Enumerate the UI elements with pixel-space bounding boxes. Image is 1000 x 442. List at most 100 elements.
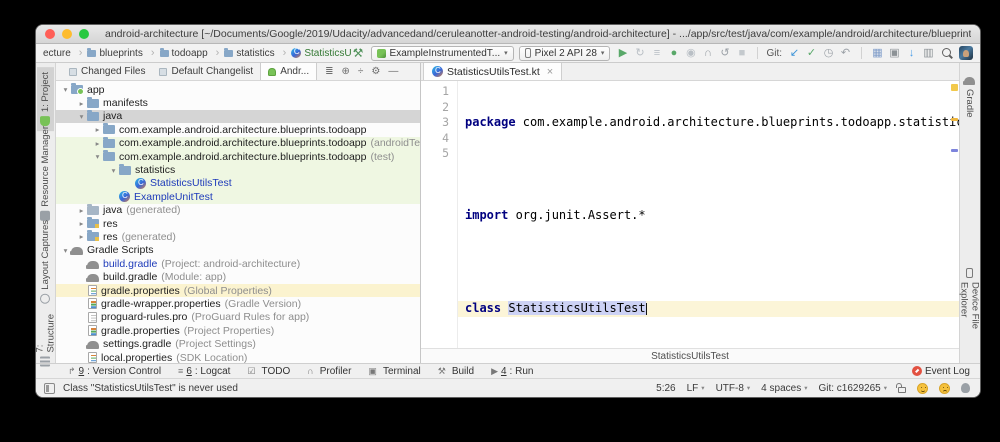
breadcrumb-item[interactable]: blueprints — [87, 47, 159, 59]
tree-row[interactable]: ▸ java (generated) — [56, 203, 420, 217]
tool-window-toggle-icon[interactable] — [44, 382, 55, 394]
status-segment[interactable]: UTF-8 ▾ — [716, 383, 751, 394]
run-tasks-icon[interactable]: ≡ — [649, 46, 664, 61]
project-view-tab[interactable]: Changed Files — [62, 63, 152, 80]
tool-window-button[interactable]: ▶ 4: Run — [491, 366, 533, 377]
sdk-manager-icon[interactable]: ↓ — [904, 46, 919, 61]
collapse-all-icon[interactable]: ÷ — [358, 66, 364, 77]
tree-row[interactable]: ExampleUnitTest — [56, 190, 420, 204]
stop-icon[interactable]: ■ — [734, 46, 749, 61]
tree-row[interactable]: ▾ Gradle Scripts — [56, 244, 420, 257]
tool-window-button[interactable]: ▣ Terminal — [368, 366, 420, 377]
apply-changes-icon[interactable]: ↻ — [632, 46, 647, 61]
search-icon[interactable] — [941, 47, 954, 60]
tree-row[interactable]: build.gradle (Module: app) — [56, 270, 420, 283]
tree-row[interactable]: ▸ res — [56, 217, 420, 230]
zoom-window-button[interactable] — [79, 29, 89, 39]
breadcrumb-item[interactable]: todoapp — [159, 47, 225, 59]
tree-expander-icon[interactable]: ▾ — [108, 166, 119, 175]
caret-position-widget[interactable]: 5:26 — [656, 383, 675, 394]
tree-row[interactable]: ▸ com.example.android.architecture.bluep… — [56, 136, 420, 150]
breadcrumb-item[interactable]: ecture — [43, 47, 87, 59]
status-segment[interactable]: Git: c1629265 ▾ — [818, 383, 887, 394]
device-manager-icon[interactable]: ▣ — [887, 46, 902, 61]
tool-window-tab[interactable]: 7: Structure — [36, 309, 57, 372]
tree-expander-icon[interactable]: ▾ — [60, 85, 71, 94]
editor-breadcrumb[interactable]: StatisticsUtilsTest — [421, 348, 959, 363]
vcs-history-icon[interactable]: ◷ — [821, 46, 836, 61]
minimize-window-button[interactable] — [62, 29, 72, 39]
build-hammer-icon[interactable]: ⚒ — [351, 46, 366, 61]
tree-expander-icon[interactable]: ▸ — [92, 125, 103, 134]
run-icon[interactable]: ▶ — [615, 46, 630, 61]
status-segment[interactable]: LF ▾ — [687, 383, 705, 394]
debug-icon[interactable]: ● — [666, 46, 681, 61]
vcs-rollback-icon[interactable]: ↶ — [838, 46, 853, 61]
tool-window-button[interactable]: ∩ Profiler — [307, 366, 351, 377]
close-window-button[interactable] — [45, 29, 55, 39]
tree-row[interactable]: ▸ manifests — [56, 96, 420, 109]
layout-inspector-icon[interactable]: ▦ — [870, 46, 885, 61]
tree-row[interactable]: ▸ com.example.android.architecture.bluep… — [56, 123, 420, 136]
tree-expander-icon[interactable]: ▸ — [76, 232, 87, 241]
breadcrumb-item[interactable]: statistics — [224, 47, 291, 59]
attach-debugger-icon[interactable]: ◉ — [683, 46, 698, 61]
caret-mark-icon[interactable] — [951, 149, 958, 152]
locate-file-icon[interactable]: ⊕ — [342, 66, 350, 77]
tool-window-button[interactable]: ≡ 6: Logcat — [178, 366, 230, 377]
tool-window-button[interactable]: ↱ 9: Version Control — [68, 366, 161, 377]
tree-expander-icon[interactable]: ▸ — [92, 139, 103, 148]
tree-row[interactable]: StatisticsUtilsTest — [56, 176, 420, 191]
warning-mark-icon[interactable] — [951, 118, 958, 121]
view-options-icon[interactable]: ≣ — [325, 66, 333, 77]
sync-gradle-icon[interactable]: ↺ — [717, 46, 732, 61]
inspection-profile-icon[interactable] — [961, 383, 970, 393]
code-editor[interactable]: 1 2 3 4 5 package com.example.android.ar… — [421, 81, 959, 348]
tree-row[interactable]: ▸ res (generated) — [56, 230, 420, 243]
tree-row[interactable]: local.properties (SDK Location) — [56, 351, 420, 363]
tool-window-tab[interactable]: Device File Explorer — [959, 263, 980, 363]
tool-window-icon — [963, 77, 975, 85]
tree-row[interactable]: ▾ statistics — [56, 163, 420, 177]
status-segment[interactable]: 4 spaces ▾ — [761, 383, 807, 394]
hide-panel-icon[interactable]: — — [388, 66, 398, 77]
tool-window-tab[interactable]: Gradle — [961, 72, 978, 123]
settings-gear-icon[interactable]: ⚙ — [371, 66, 380, 77]
project-view-tab[interactable]: Andr... — [260, 63, 318, 80]
breadcrumb-item[interactable]: StatisticsUtilsTest — [291, 47, 351, 59]
tree-expander-icon[interactable]: ▸ — [76, 219, 87, 228]
project-view-tab[interactable]: Default Changelist — [152, 63, 260, 80]
tree-expander-icon[interactable]: ▾ — [76, 112, 87, 121]
tree-row[interactable]: proguard-rules.pro (ProGuard Rules for a… — [56, 311, 420, 324]
tool-window-tab[interactable]: Resource Manager — [37, 121, 54, 226]
unlock-icon[interactable] — [896, 382, 906, 393]
device-select[interactable]: Pixel 2 API 28 ▾ — [518, 45, 611, 61]
editor-tab[interactable]: StatisticsUtilsTest.kt × — [423, 63, 563, 80]
tool-window-tab[interactable]: Layout Captures — [37, 215, 54, 309]
tool-window-button[interactable]: ⚒ Build — [438, 366, 474, 377]
run-configuration-select[interactable]: ExampleInstrumentedT... ▾ — [370, 45, 514, 61]
user-avatar[interactable] — [959, 46, 973, 60]
tool-window-button-icon: ▣ — [368, 365, 377, 376]
close-tab-icon[interactable]: × — [547, 66, 553, 78]
tree-row[interactable]: gradle-wrapper.properties (Gradle Versio… — [56, 297, 420, 310]
tree-expander-icon[interactable]: ▾ — [92, 152, 103, 161]
vcs-commit-icon[interactable]: ✓ — [804, 46, 819, 61]
tree-row[interactable]: gradle.properties (Project Properties) — [56, 324, 420, 337]
device-file-explorer-icon[interactable]: ▥ — [921, 46, 936, 61]
warning-mark-icon[interactable] — [951, 84, 958, 91]
tree-row[interactable]: ▾ com.example.android.architecture.bluep… — [56, 149, 420, 164]
tree-row[interactable]: build.gradle (Project: android-architect… — [56, 257, 420, 270]
tree-row[interactable]: ▾ app — [56, 83, 420, 96]
tree-row[interactable]: settings.gradle (Project Settings) — [56, 337, 420, 350]
tree-row[interactable]: gradle.properties (Global Properties) — [56, 283, 420, 298]
vcs-update-icon[interactable]: ↙ — [787, 46, 802, 61]
profile-icon[interactable]: ∩ — [700, 46, 715, 61]
tree-expander-icon[interactable]: ▸ — [76, 99, 87, 108]
event-log-button[interactable]: Event Log — [911, 366, 970, 377]
tree-expander-icon[interactable]: ▸ — [76, 206, 87, 215]
happy-feedback-icon[interactable] — [917, 382, 928, 394]
sad-feedback-icon[interactable] — [939, 382, 950, 394]
tree-row[interactable]: ▾ java — [56, 109, 420, 124]
tool-window-button[interactable]: ☑ TODO — [247, 366, 290, 377]
